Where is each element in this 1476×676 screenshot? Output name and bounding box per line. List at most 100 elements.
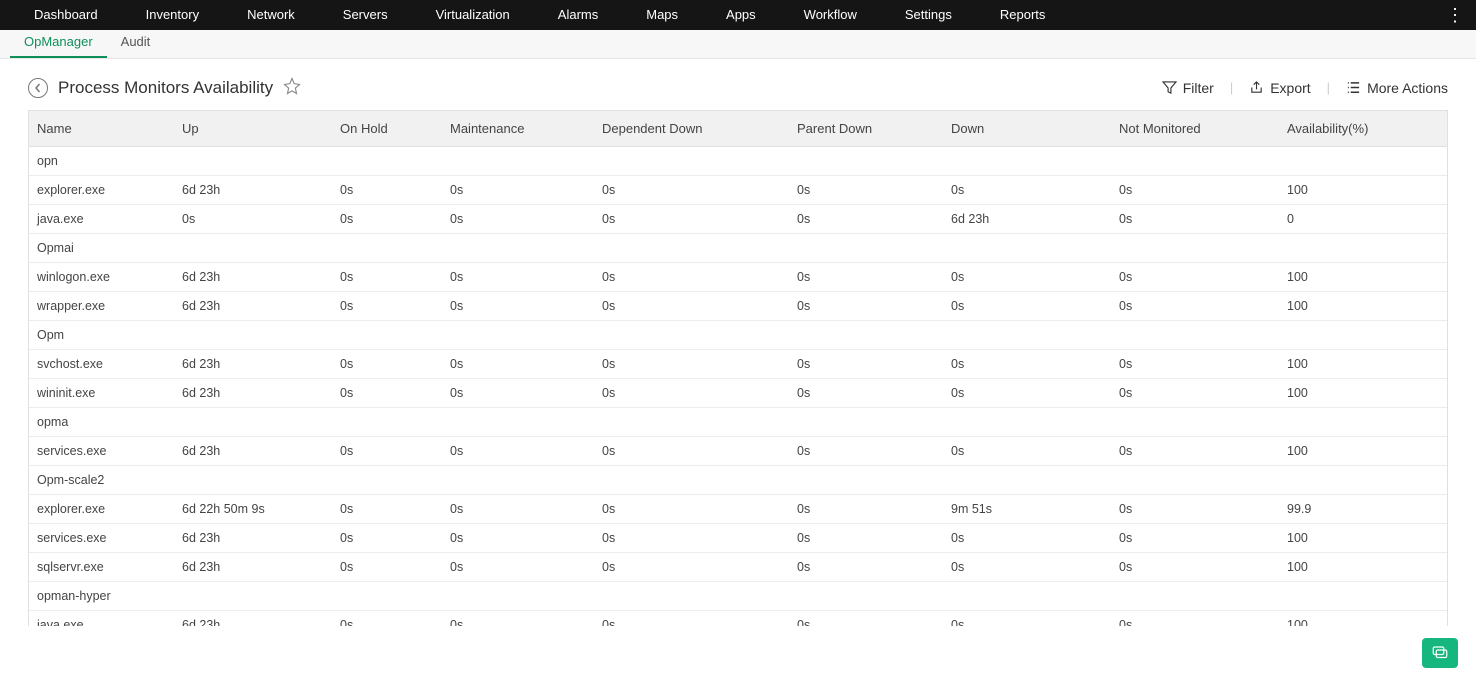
chevron-left-icon [33,83,43,93]
table-group-row[interactable]: Opm [29,321,1447,350]
topnav-item-maps[interactable]: Maps [622,0,702,30]
table-row[interactable]: winlogon.exe6d 23h0s0s0s0s0s0s100 [29,263,1447,292]
table-cell: 0s [943,611,1111,627]
table-cell: 0s [1111,205,1279,234]
more-actions-label: More Actions [1367,80,1448,96]
topnav-item-apps[interactable]: Apps [702,0,780,30]
table-cell: 0s [442,379,594,408]
table-row[interactable]: java.exe0s0s0s0s0s6d 23h0s0 [29,205,1447,234]
table-cell: 0s [789,437,943,466]
topnav-item-inventory[interactable]: Inventory [122,0,223,30]
table-cell: 0s [442,524,594,553]
topnav-item-network[interactable]: Network [223,0,319,30]
table-cell: 99.9 [1279,495,1447,524]
table-cell: 0s [943,176,1111,205]
group-name: Opm-scale2 [29,466,1447,495]
table-cell: 0s [332,524,442,553]
table-group-row[interactable]: opn [29,147,1447,176]
kebab-menu-icon[interactable]: ⋮ [1446,2,1464,28]
table-cell: 0s [442,263,594,292]
topnav-item-settings[interactable]: Settings [881,0,976,30]
table-cell: 0s [789,524,943,553]
table-row[interactable]: java.exe6d 23h0s0s0s0s0s0s100 [29,611,1447,627]
table-cell: 0s [442,437,594,466]
table-cell: 6d 23h [174,379,332,408]
back-button[interactable] [28,78,48,98]
col-header[interactable]: Down [943,111,1111,147]
table-cell: 6d 23h [174,437,332,466]
table-cell: 0s [332,611,442,627]
table-cell: 0s [332,263,442,292]
chat-fab[interactable] [1422,638,1458,668]
table-cell: 9m 51s [943,495,1111,524]
group-name: Opmai [29,234,1447,263]
table-cell: 0s [332,350,442,379]
table-row[interactable]: sqlservr.exe6d 23h0s0s0s0s0s0s100 [29,553,1447,582]
filter-icon [1162,80,1177,95]
col-header[interactable]: Dependent Down [594,111,789,147]
export-label: Export [1270,80,1310,96]
table-cell: java.exe [29,205,174,234]
star-icon [283,77,301,95]
table-cell: svchost.exe [29,350,174,379]
table-cell: 0s [1111,176,1279,205]
topnav-item-alarms[interactable]: Alarms [534,0,622,30]
more-actions-button[interactable]: More Actions [1346,80,1448,96]
table-row[interactable]: services.exe6d 23h0s0s0s0s0s0s100 [29,524,1447,553]
table-cell: 0s [594,524,789,553]
table-cell: 0s [1111,437,1279,466]
table-cell: 0s [943,379,1111,408]
favorite-button[interactable] [283,77,301,98]
col-header[interactable]: Maintenance [442,111,594,147]
page-header: Process Monitors Availability Filter | E… [0,59,1476,110]
table-group-row[interactable]: opma [29,408,1447,437]
table-cell: explorer.exe [29,495,174,524]
group-name: opn [29,147,1447,176]
topnav-item-dashboard[interactable]: Dashboard [10,0,122,30]
table-cell: 0s [594,263,789,292]
table-group-row[interactable]: Opm-scale2 [29,466,1447,495]
table-row[interactable]: explorer.exe6d 22h 50m 9s0s0s0s0s9m 51s0… [29,495,1447,524]
topnav-item-workflow[interactable]: Workflow [780,0,881,30]
table-cell: 0s [789,350,943,379]
table-cell: 0s [442,176,594,205]
table-cell: 6d 23h [174,611,332,627]
col-header[interactable]: On Hold [332,111,442,147]
table-cell: explorer.exe [29,176,174,205]
table-cell: 0s [1111,292,1279,321]
table-group-row[interactable]: Opmai [29,234,1447,263]
table-row[interactable]: wininit.exe6d 23h0s0s0s0s0s0s100 [29,379,1447,408]
subnav-item-audit[interactable]: Audit [107,28,165,58]
table-cell: 6d 23h [943,205,1111,234]
col-header[interactable]: Not Monitored [1111,111,1279,147]
table-cell: 0s [789,176,943,205]
table-cell: 100 [1279,553,1447,582]
table-container[interactable]: NameUpOn HoldMaintenanceDependent DownPa… [28,110,1448,626]
col-header[interactable]: Up [174,111,332,147]
table-cell: 0s [174,205,332,234]
table-cell: 0s [442,495,594,524]
filter-button[interactable]: Filter [1162,80,1214,96]
separator: | [1321,80,1336,95]
table-cell: 0s [943,292,1111,321]
table-group-row[interactable]: opman-hyper [29,582,1447,611]
export-button[interactable]: Export [1249,80,1310,96]
table-cell: 0s [594,611,789,627]
table-row[interactable]: svchost.exe6d 23h0s0s0s0s0s0s100 [29,350,1447,379]
table-row[interactable]: services.exe6d 23h0s0s0s0s0s0s100 [29,437,1447,466]
col-header[interactable]: Availability(%) [1279,111,1447,147]
table-cell: 0s [943,263,1111,292]
col-header[interactable]: Name [29,111,174,147]
group-name: opman-hyper [29,582,1447,611]
table-cell: 0s [332,379,442,408]
table-cell: 0s [943,524,1111,553]
topnav-item-servers[interactable]: Servers [319,0,412,30]
table-cell: java.exe [29,611,174,627]
page-title: Process Monitors Availability [58,78,273,98]
table-row[interactable]: wrapper.exe6d 23h0s0s0s0s0s0s100 [29,292,1447,321]
col-header[interactable]: Parent Down [789,111,943,147]
topnav-item-reports[interactable]: Reports [976,0,1070,30]
subnav-item-opmanager[interactable]: OpManager [10,28,107,58]
topnav-item-virtualization[interactable]: Virtualization [412,0,534,30]
table-row[interactable]: explorer.exe6d 23h0s0s0s0s0s0s100 [29,176,1447,205]
